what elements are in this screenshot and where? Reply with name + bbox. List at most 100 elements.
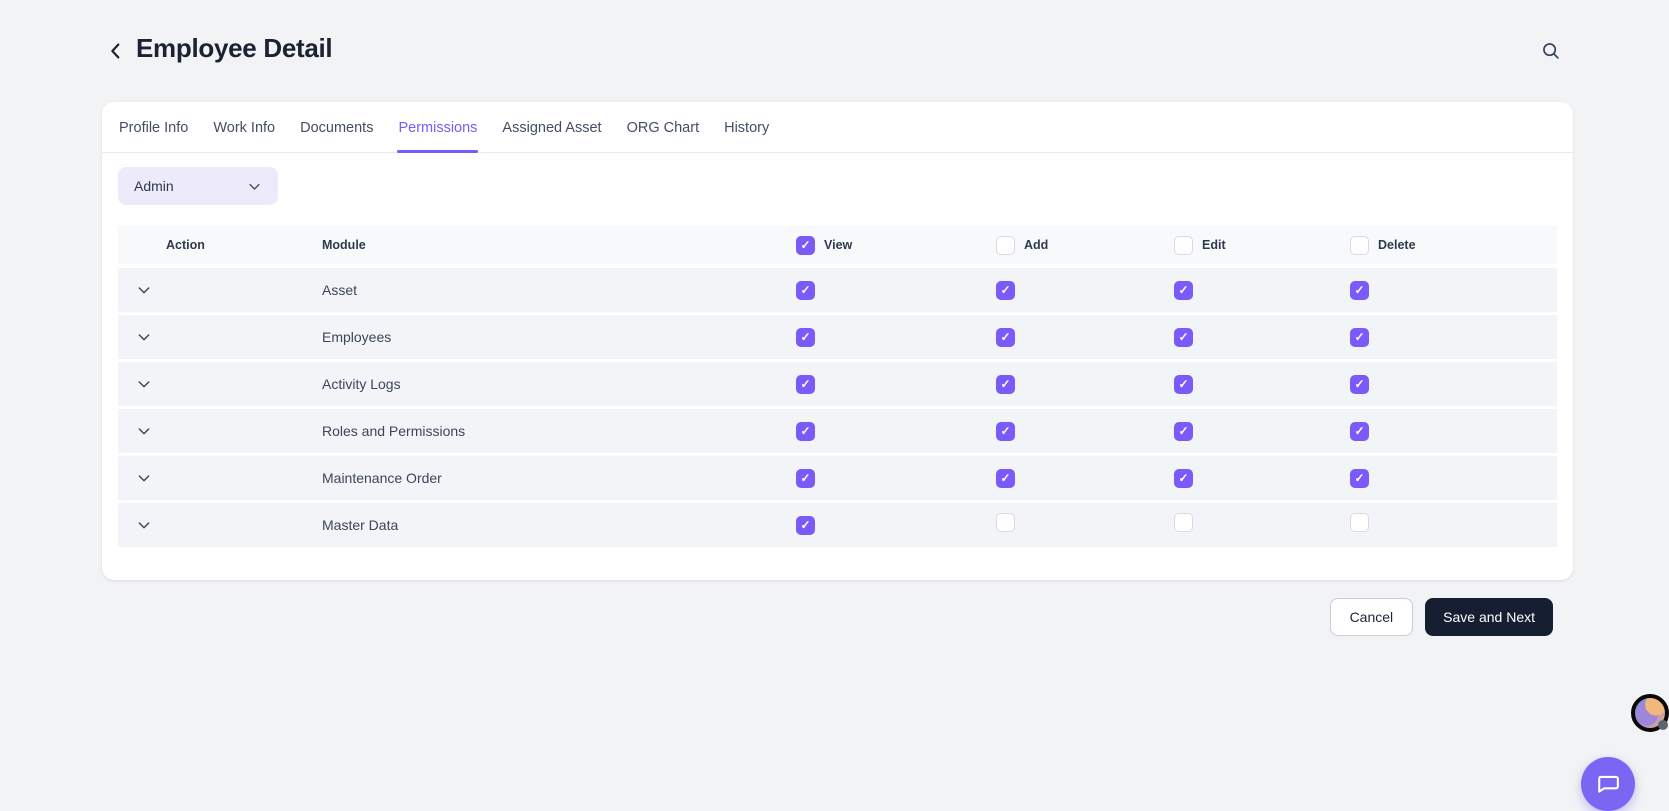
role-select-value: Admin [134, 178, 174, 194]
delete-checkbox[interactable]: ✓ [1350, 513, 1369, 532]
add-cell: ✓ [996, 281, 1174, 300]
permission-column-label: View [824, 238, 852, 252]
chevron-down-icon [136, 470, 152, 486]
view-cell: ✓ [796, 281, 996, 300]
check-icon: ✓ [1000, 378, 1010, 390]
chevron-down-icon [136, 376, 152, 392]
table-row: Maintenance Order ✓ ✓ ✓ ✓ [118, 456, 1557, 500]
expand-row-button[interactable] [118, 329, 322, 345]
chevron-down-icon [136, 329, 152, 345]
permission-column-header: ✓ View [796, 236, 996, 255]
add-checkbox[interactable]: ✓ [996, 328, 1015, 347]
delete-checkbox[interactable]: ✓ [1350, 469, 1369, 488]
edit-cell: ✓ [1174, 375, 1350, 394]
table-row: Employees ✓ ✓ ✓ ✓ [118, 315, 1557, 359]
tab-history[interactable]: History [723, 120, 770, 152]
page-title: Employee Detail [136, 33, 332, 64]
tab-assigned-asset[interactable]: Assigned Asset [501, 120, 602, 152]
check-icon: ✓ [1000, 472, 1010, 484]
check-icon: ✓ [1354, 472, 1364, 484]
delete-checkbox[interactable]: ✓ [1350, 328, 1369, 347]
add-cell: ✓ [996, 422, 1174, 441]
column-checkbox[interactable]: ✓ [1174, 236, 1193, 255]
check-icon: ✓ [800, 519, 810, 531]
save-and-next-button[interactable]: Save and Next [1425, 598, 1553, 636]
tab-profile-info[interactable]: Profile Info [118, 120, 189, 152]
column-checkbox[interactable]: ✓ [796, 236, 815, 255]
table-row: Master Data ✓ ✓ ✓ ✓ [118, 503, 1557, 547]
tab-label: Permissions [398, 120, 477, 136]
check-icon: ✓ [1000, 425, 1010, 437]
tab-permissions[interactable]: Permissions [397, 120, 478, 152]
edit-checkbox[interactable]: ✓ [1174, 422, 1193, 441]
view-checkbox[interactable]: ✓ [796, 328, 815, 347]
check-icon: ✓ [1354, 378, 1364, 390]
view-checkbox[interactable]: ✓ [796, 281, 815, 300]
module-cell: Roles and Permissions [322, 423, 796, 439]
module-column-header: Module [322, 238, 796, 252]
tab-org-chart[interactable]: ORG Chart [626, 120, 701, 152]
add-checkbox[interactable]: ✓ [996, 375, 1015, 394]
footer-actions: Cancel Save and Next [0, 598, 1553, 636]
expand-row-button[interactable] [118, 423, 322, 439]
expand-row-button[interactable] [118, 282, 322, 298]
add-cell: ✓ [996, 469, 1174, 488]
check-icon: ✓ [1354, 331, 1364, 343]
expand-row-button[interactable] [118, 517, 322, 533]
view-checkbox[interactable]: ✓ [796, 469, 815, 488]
view-checkbox[interactable]: ✓ [796, 516, 815, 535]
permission-column-header: ✓ Add [996, 236, 1174, 255]
edit-cell: ✓ [1174, 422, 1350, 441]
edit-checkbox[interactable]: ✓ [1174, 469, 1193, 488]
delete-cell: ✓ [1350, 513, 1557, 537]
speech-bubble-icon [1595, 771, 1621, 797]
delete-cell: ✓ [1350, 469, 1557, 488]
back-button[interactable] [103, 38, 129, 64]
delete-checkbox[interactable]: ✓ [1350, 422, 1369, 441]
permission-column-header: ✓ Delete [1350, 236, 1557, 255]
cancel-button[interactable]: Cancel [1330, 598, 1414, 636]
check-icon: ✓ [800, 331, 810, 343]
view-cell: ✓ [796, 516, 996, 535]
edit-checkbox[interactable]: ✓ [1174, 375, 1193, 394]
avatar[interactable] [1631, 694, 1669, 732]
edit-cell: ✓ [1174, 328, 1350, 347]
check-icon: ✓ [1178, 425, 1188, 437]
expand-row-button[interactable] [118, 470, 322, 486]
tab-work-info[interactable]: Work Info [212, 120, 276, 152]
check-icon: ✓ [1178, 378, 1188, 390]
module-name: Maintenance Order [322, 470, 442, 486]
role-select[interactable]: Admin [118, 167, 278, 205]
action-column-header: Action [118, 238, 322, 252]
expand-row-button[interactable] [118, 376, 322, 392]
add-checkbox[interactable]: ✓ [996, 469, 1015, 488]
add-cell: ✓ [996, 375, 1174, 394]
delete-cell: ✓ [1350, 422, 1557, 441]
table-row: Asset ✓ ✓ ✓ ✓ [118, 268, 1557, 312]
add-cell: ✓ [996, 513, 1174, 537]
add-checkbox[interactable]: ✓ [996, 281, 1015, 300]
column-checkbox[interactable]: ✓ [1350, 236, 1369, 255]
search-icon[interactable] [1538, 38, 1564, 64]
edit-checkbox[interactable]: ✓ [1174, 513, 1193, 532]
delete-cell: ✓ [1350, 328, 1557, 347]
permissions-card: Profile Info Work Info Documents Permiss… [102, 102, 1573, 580]
check-icon: ✓ [1178, 472, 1188, 484]
permission-column-label: Add [1024, 238, 1048, 252]
table-header-row: Action Module ✓ View ✓ Add ✓ Edit ✓ Dele… [118, 226, 1557, 264]
column-checkbox[interactable]: ✓ [996, 236, 1015, 255]
delete-checkbox[interactable]: ✓ [1350, 281, 1369, 300]
add-checkbox[interactable]: ✓ [996, 422, 1015, 441]
module-name: Master Data [322, 517, 398, 533]
view-checkbox[interactable]: ✓ [796, 422, 815, 441]
add-checkbox[interactable]: ✓ [996, 513, 1015, 532]
delete-cell: ✓ [1350, 281, 1557, 300]
edit-cell: ✓ [1174, 281, 1350, 300]
tab-bar: Profile Info Work Info Documents Permiss… [102, 102, 1573, 153]
view-checkbox[interactable]: ✓ [796, 375, 815, 394]
edit-checkbox[interactable]: ✓ [1174, 281, 1193, 300]
delete-checkbox[interactable]: ✓ [1350, 375, 1369, 394]
view-cell: ✓ [796, 422, 996, 441]
edit-checkbox[interactable]: ✓ [1174, 328, 1193, 347]
tab-documents[interactable]: Documents [299, 120, 374, 152]
